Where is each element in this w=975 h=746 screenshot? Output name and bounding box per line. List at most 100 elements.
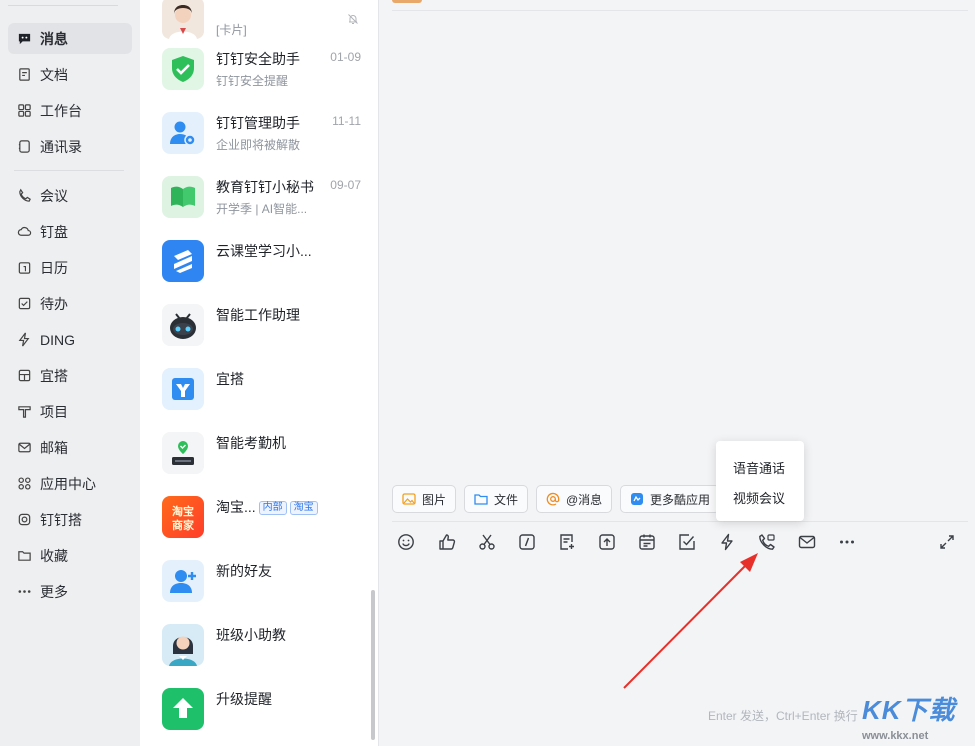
phone-call-icon bbox=[759, 534, 775, 550]
chip-file[interactable]: 文件 bbox=[464, 485, 529, 513]
more-icon bbox=[18, 590, 31, 593]
sidebar-item-todo[interactable]: 待办 bbox=[8, 288, 132, 319]
sidebar-item-label: 文档 bbox=[40, 66, 68, 83]
calendar-icon bbox=[18, 262, 31, 274]
sidebar-item-label: 待办 bbox=[40, 295, 68, 312]
left-sidebar: 消息 文档 工作台 通讯录 会议 钉盘 日历 待办 DING 宜搭 项目 邮箱 … bbox=[0, 0, 140, 746]
call-button[interactable] bbox=[756, 531, 778, 553]
sidebar-item-docs[interactable]: 文档 bbox=[8, 59, 132, 90]
conversation-item[interactable]: 钉钉管理助手 企业即将被解散 11-11 bbox=[140, 102, 378, 166]
expand-icon bbox=[940, 535, 954, 549]
conversation-preview: 开学季 | AI智能... bbox=[216, 202, 308, 216]
upload-button[interactable] bbox=[596, 531, 618, 553]
folder-icon bbox=[18, 551, 31, 561]
screenshot-button[interactable] bbox=[476, 531, 498, 553]
ding-button[interactable] bbox=[716, 531, 738, 553]
sidebar-item-label: 项目 bbox=[40, 403, 68, 420]
upload-icon bbox=[599, 534, 615, 550]
sidebar-item-dingda[interactable]: 钉钉搭 bbox=[8, 504, 132, 535]
apps-icon bbox=[18, 477, 31, 490]
menu-item-voice-call[interactable]: 语音通话 bbox=[733, 458, 785, 477]
document-icon bbox=[19, 68, 30, 81]
person-photo-avatar bbox=[162, 0, 204, 39]
expand-button[interactable] bbox=[936, 531, 958, 553]
conversation-title: 钉钉管理助手 bbox=[216, 115, 300, 131]
conversation-item[interactable]: 智能工作助理 bbox=[140, 294, 378, 358]
sidebar-item-label: 邮箱 bbox=[40, 439, 68, 456]
conversation-title: 智能考勤机 bbox=[216, 435, 286, 451]
sidebar-item-app-center[interactable]: 应用中心 bbox=[8, 468, 132, 499]
conversation-list: [卡片] 钉钉安全助手 钉钉安全提醒 01-09 钉钉管理助手 企业即将被解散 … bbox=[140, 0, 379, 746]
chip-label: 更多酷应用 bbox=[650, 492, 711, 507]
sidebar-item-yida[interactable]: 宜搭 bbox=[8, 360, 132, 391]
menu-item-video-meeting[interactable]: 视频会议 bbox=[733, 488, 785, 507]
chip-image[interactable]: 图片 bbox=[392, 485, 457, 513]
sidebar-item-project[interactable]: 项目 bbox=[8, 396, 132, 427]
mail-icon bbox=[798, 535, 816, 549]
conversation-item[interactable]: 宜搭 bbox=[140, 358, 378, 422]
sidebar-item-contacts[interactable]: 通讯录 bbox=[8, 131, 132, 162]
sidebar-item-more[interactable]: 更多 bbox=[8, 576, 132, 607]
dingda-icon bbox=[18, 513, 31, 526]
sidebar-item-favorites[interactable]: 收藏 bbox=[8, 540, 132, 571]
book-avatar bbox=[162, 176, 204, 218]
cloud-class-avatar bbox=[162, 240, 204, 282]
conversation-item[interactable]: 教育钉钉小秘书 开学季 | AI智能... 09-07 bbox=[140, 166, 378, 230]
sidebar-item-messages[interactable]: 消息 bbox=[8, 23, 132, 54]
conversation-item[interactable]: 智能考勤机 bbox=[140, 422, 378, 486]
at-icon bbox=[546, 492, 560, 506]
scissors-icon bbox=[479, 534, 495, 550]
slash-command-button[interactable] bbox=[516, 531, 538, 553]
attendance-device-avatar bbox=[162, 432, 204, 474]
conversation-item[interactable]: 班级小助教 bbox=[140, 614, 378, 678]
sidebar-item-label: 更多 bbox=[40, 583, 68, 600]
conversation-time: 11-11 bbox=[332, 114, 361, 128]
sidebar-item-calendar[interactable]: 日历 bbox=[8, 252, 132, 283]
sidebar-item-mail[interactable]: 邮箱 bbox=[8, 432, 132, 463]
conversation-title: 新的好友 bbox=[216, 563, 272, 579]
mail-button[interactable] bbox=[796, 531, 818, 553]
input-hint: Enter 发送，Ctrl+Enter 换行 bbox=[708, 709, 858, 723]
sidebar-item-label: 应用中心 bbox=[40, 475, 96, 492]
sidebar-divider bbox=[14, 170, 124, 171]
folder-icon bbox=[474, 494, 488, 505]
sidebar-item-label: 会议 bbox=[40, 187, 68, 204]
emoji-button[interactable] bbox=[395, 531, 417, 553]
schedule-button[interactable] bbox=[636, 531, 658, 553]
task-check-icon bbox=[679, 534, 695, 550]
conversation-item[interactable]: 淘宝 商家 淘宝... 内部 淘宝 bbox=[140, 486, 378, 550]
conversation-title: 教育钉钉小秘书 bbox=[216, 179, 314, 195]
add-friend-avatar bbox=[162, 560, 204, 602]
tag-internal: 内部 bbox=[258, 501, 287, 515]
more-dots-icon bbox=[840, 540, 854, 544]
sidebar-item-label: 宜搭 bbox=[40, 367, 68, 384]
conversation-item[interactable]: 钉钉安全助手 钉钉安全提醒 01-09 bbox=[140, 38, 378, 102]
conversation-item[interactable]: 新的好友 bbox=[140, 550, 378, 614]
conversation-list-scrollbar[interactable] bbox=[371, 590, 375, 740]
chip-at-message[interactable]: @消息 bbox=[536, 485, 613, 513]
site-watermark: KK下载 www.kkx.net bbox=[862, 690, 972, 744]
robot-avatar bbox=[162, 304, 204, 346]
ding-lightning-icon bbox=[721, 533, 733, 551]
cool-app-icon bbox=[631, 493, 643, 505]
conversation-time: 01-09 bbox=[330, 50, 361, 64]
note-add-button[interactable] bbox=[556, 531, 578, 553]
task-button[interactable] bbox=[676, 531, 698, 553]
sidebar-item-ding[interactable]: DING bbox=[8, 324, 132, 355]
sidebar-item-drive[interactable]: 钉盘 bbox=[8, 216, 132, 247]
conversation-item[interactable]: 云课堂学习小... bbox=[140, 230, 378, 294]
conversation-title: 宜搭 bbox=[216, 371, 244, 387]
more-button[interactable] bbox=[836, 531, 858, 553]
lightning-icon bbox=[18, 332, 30, 347]
conversation-title: 班级小助教 bbox=[216, 627, 286, 643]
project-icon bbox=[18, 406, 31, 418]
admin-gear-avatar bbox=[162, 112, 204, 154]
sidebar-item-label: 钉盘 bbox=[40, 223, 68, 240]
chip-more-cool-apps[interactable]: 更多酷应用 bbox=[620, 485, 721, 513]
sidebar-item-workbench[interactable]: 工作台 bbox=[8, 95, 132, 126]
like-button[interactable] bbox=[436, 531, 458, 553]
conversation-item[interactable]: 升级提醒 bbox=[140, 678, 378, 742]
conversation-preview: [卡片] bbox=[216, 23, 247, 37]
sidebar-item-meeting[interactable]: 会议 bbox=[8, 180, 132, 211]
conversation-preview: 企业即将被解散 bbox=[216, 138, 301, 152]
